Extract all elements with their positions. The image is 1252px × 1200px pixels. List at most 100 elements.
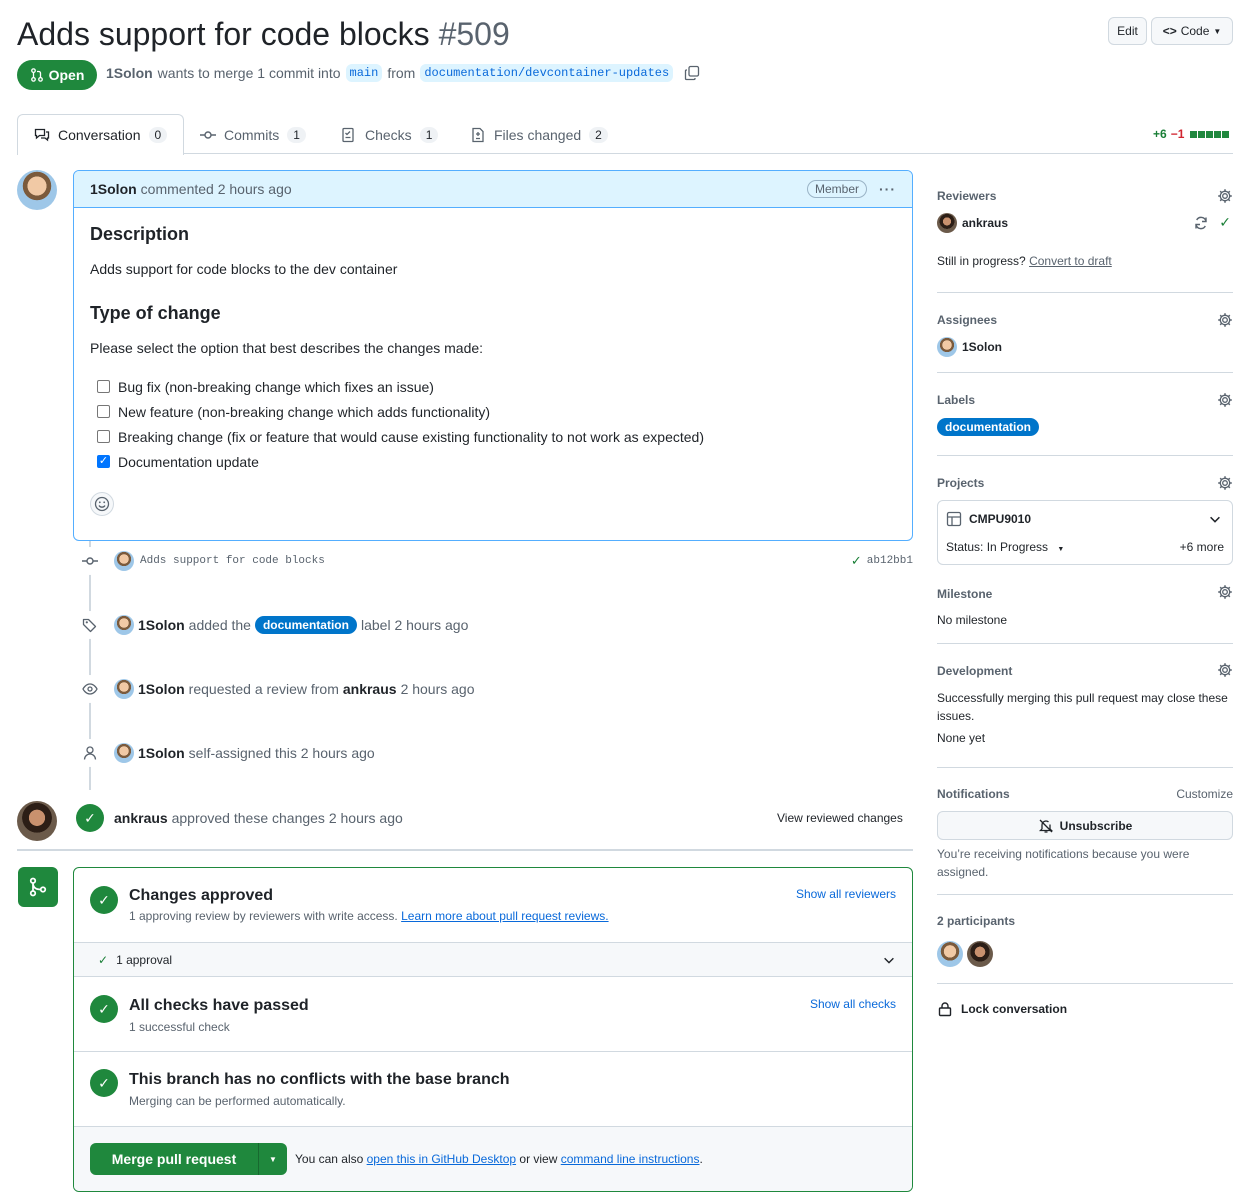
merge-options-button[interactable]: ▼ <box>258 1143 287 1175</box>
actor[interactable]: 1Solon <box>138 617 185 633</box>
author-link[interactable]: 1Solon <box>106 65 153 81</box>
member-badge: Member <box>806 180 867 198</box>
development-heading[interactable]: Development <box>937 664 1012 678</box>
sync-icon[interactable] <box>1193 215 1209 231</box>
convert-draft-link[interactable]: Convert to draft <box>1029 254 1112 268</box>
gear-icon[interactable] <box>1217 584 1233 600</box>
projects-heading[interactable]: Projects <box>937 476 984 490</box>
review-target[interactable]: ankraus <box>343 681 397 697</box>
diffstat: +6 −1 <box>1153 127 1230 141</box>
project-name[interactable]: CMPU9010 <box>969 512 1031 526</box>
list-item: New feature (non-breaking change which a… <box>97 403 896 420</box>
customize-link[interactable]: Customize <box>1176 787 1233 801</box>
gear-icon[interactable] <box>1217 312 1233 328</box>
diff-removed: −1 <box>1170 127 1185 141</box>
gear-icon[interactable] <box>1217 662 1233 678</box>
milestone-heading[interactable]: Milestone <box>937 587 992 601</box>
edit-button[interactable]: Edit <box>1108 17 1147 45</box>
check-icon: ✓ <box>98 952 109 967</box>
tab-conversation[interactable]: Conversation 0 <box>17 114 184 155</box>
checks-section: ✓ All checks have passed 1 successful ch… <box>74 977 912 1052</box>
gear-icon[interactable] <box>1217 475 1233 491</box>
label-documentation[interactable]: documentation <box>937 418 1039 436</box>
approved-sub: 1 approving review by reviewers with wri… <box>129 909 398 923</box>
milestone-value: No milestone <box>937 613 1008 627</box>
github-desktop-link[interactable]: open this in GitHub Desktop <box>367 1152 516 1166</box>
copy-icon[interactable] <box>684 65 700 81</box>
labels-heading[interactable]: Labels <box>937 393 975 407</box>
gear-icon[interactable] <box>1217 392 1233 408</box>
check-icon[interactable]: ✓ <box>851 553 862 569</box>
commit-sha[interactable]: ab12bb1 <box>867 555 913 567</box>
tab-checks[interactable]: Checks 1 <box>341 113 439 157</box>
smiley-icon <box>94 496 110 512</box>
avatar[interactable] <box>937 213 957 233</box>
avatar[interactable] <box>114 615 134 635</box>
commit-icon <box>200 131 216 139</box>
avatar[interactable] <box>937 941 963 967</box>
gear-icon[interactable] <box>1217 188 1233 204</box>
checkbox-checked[interactable]: ✓ <box>97 455 110 468</box>
pr-title: Adds support for code blocks <box>17 16 430 52</box>
checkbox[interactable] <box>97 380 110 393</box>
checkbox[interactable] <box>97 430 110 443</box>
checklist-icon <box>342 127 354 143</box>
actor[interactable]: 1Solon <box>138 681 185 697</box>
show-checks-link[interactable]: Show all checks <box>810 997 896 1011</box>
base-branch[interactable]: main <box>345 64 383 82</box>
state-badge: Open <box>17 60 97 90</box>
project-status[interactable]: Status: In Progress ▼ <box>946 540 1064 554</box>
bell-slash-icon <box>1038 819 1053 833</box>
development-none: None yet <box>937 731 986 745</box>
heading-description: Description <box>90 224 190 244</box>
reviewer-name[interactable]: ankraus <box>962 216 1008 230</box>
table-icon <box>946 511 962 527</box>
head-branch[interactable]: documentation/devcontainer-updates <box>420 64 674 82</box>
checks-title: All checks have passed <box>129 997 309 1014</box>
assignees-section: Assignees 1Solon <box>937 293 1233 373</box>
approval-row[interactable]: ✓ 1 approval <box>74 942 912 977</box>
chevron-down-icon <box>884 957 894 964</box>
cli-instructions-link[interactable]: command line instructions <box>561 1152 700 1166</box>
unsubscribe-button[interactable]: Unsubscribe <box>937 811 1233 840</box>
tab-commits[interactable]: Commits 1 <box>200 113 306 157</box>
pr-number: #509 <box>438 16 510 52</box>
tab-files-changed[interactable]: Files changed 2 <box>470 113 608 157</box>
pull-request-icon <box>30 68 43 82</box>
comment-meta[interactable]: commented 2 hours ago <box>141 181 292 197</box>
avatar[interactable] <box>967 941 993 967</box>
chevron-down-icon[interactable] <box>1208 512 1222 526</box>
project-more[interactable]: +6 more <box>1180 540 1224 554</box>
task-list: Bug fix (non-breaking change which fixes… <box>90 378 896 470</box>
diff-added: +6 <box>1153 127 1167 141</box>
list-item: Breaking change (fix or feature that wou… <box>97 428 896 445</box>
comment-author[interactable]: 1Solon <box>90 181 137 197</box>
avatar[interactable] <box>114 551 134 571</box>
approved-icon: ✓ <box>76 804 104 832</box>
merge-button[interactable]: Merge pull request <box>90 1143 258 1175</box>
reaction-button[interactable] <box>90 492 114 516</box>
show-reviewers-link[interactable]: Show all reviewers <box>796 887 896 901</box>
actor[interactable]: ankraus <box>114 810 168 826</box>
label-documentation[interactable]: documentation <box>254 616 357 634</box>
avatar[interactable] <box>17 801 57 841</box>
view-reviewed-changes-link[interactable]: View reviewed changes <box>777 811 903 825</box>
comment-box: 1Solon commented 2 hours ago Member ··· … <box>73 170 913 541</box>
learn-more-link[interactable]: Learn more about pull request reviews. <box>401 909 608 923</box>
commit-message[interactable]: Adds support for code blocks <box>140 555 325 567</box>
avatar[interactable] <box>17 170 57 210</box>
reviewers-heading[interactable]: Reviewers <box>937 189 996 203</box>
lock-conversation[interactable]: Lock conversation <box>937 984 1233 1024</box>
project-card: CMPU9010 Status: In Progress ▼ +6 more <box>937 500 1233 565</box>
assignees-heading[interactable]: Assignees <box>937 313 997 327</box>
avatar[interactable] <box>937 337 957 357</box>
avatar[interactable] <box>114 679 134 699</box>
code-button[interactable]: <> Code ▼ <box>1151 17 1233 45</box>
avatar[interactable] <box>114 743 134 763</box>
commit-icon <box>76 547 104 575</box>
checkbox[interactable] <box>97 405 110 418</box>
assignee-name[interactable]: 1Solon <box>962 340 1002 354</box>
check-circle-icon: ✓ <box>90 886 118 914</box>
kebab-icon[interactable]: ··· <box>879 181 896 197</box>
actor[interactable]: 1Solon <box>138 745 185 761</box>
